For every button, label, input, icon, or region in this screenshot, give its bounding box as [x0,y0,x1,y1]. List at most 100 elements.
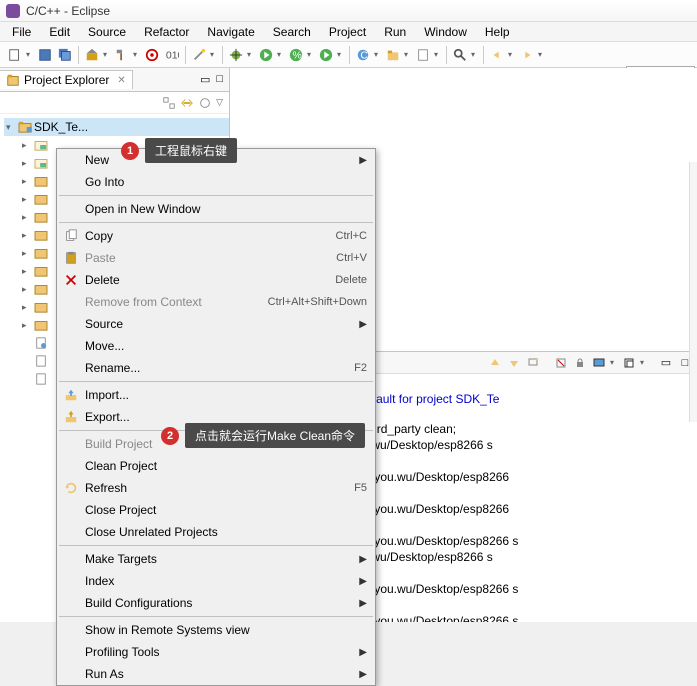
menu-search[interactable]: Search [265,23,319,41]
menu-item-label: Show in Remote Systems view [85,623,250,637]
shortcut-label: Ctrl+C [336,230,367,242]
collapse-all-icon[interactable] [162,96,176,110]
menu-item-rename[interactable]: Rename...F2 [57,357,375,379]
menu-item-label: Refresh [85,481,127,495]
menu-item-label: New [85,153,109,167]
console-pin-icon[interactable] [525,355,541,371]
annotation-2: 2 点击就会运行Make Clean命令 [185,423,365,448]
title-bar: C/C++ - Eclipse [0,0,697,22]
console-open-icon[interactable] [621,355,637,371]
menu-item-remove-from-context: Remove from ContextCtrl+Alt+Shift+Down [57,291,375,313]
svg-text:C: C [360,49,368,61]
submenu-arrow-icon: ▶ [359,554,367,565]
menu-item-build-configurations[interactable]: Build Configurations▶ [57,592,375,614]
menu-item-label: Rename... [85,361,140,375]
menu-refactor[interactable]: Refactor [136,23,197,41]
target-icon[interactable] [143,46,161,64]
copy-icon [63,228,79,244]
project-explorer-tab[interactable]: Project Explorer ✕ [0,70,133,89]
menu-item-source[interactable]: Source▶ [57,313,375,335]
link-editor-icon[interactable] [180,96,194,110]
eclipse-icon [6,4,20,18]
wand-icon[interactable] [190,46,208,64]
menu-file[interactable]: File [4,23,39,41]
focus-icon[interactable] [198,96,212,110]
new-file-icon[interactable] [414,46,432,64]
menu-item-paste: PasteCtrl+V [57,247,375,269]
prev-annotation-icon[interactable] [488,46,506,64]
menu-window[interactable]: Window [416,23,475,41]
close-tab-icon[interactable]: ✕ [117,75,125,86]
debug-icon[interactable] [227,46,245,64]
menu-navigate[interactable]: Navigate [199,23,262,41]
new-button-icon[interactable] [6,46,24,64]
tree-project-root[interactable]: ▾ SDK_Te... [4,118,229,136]
paste-icon [63,250,79,266]
menu-item-make-targets[interactable]: Make Targets ▶ [57,548,375,570]
console-display-icon[interactable] [591,355,607,371]
console-clear-icon[interactable] [553,355,569,371]
context-menu: New▶Go IntoOpen in New WindowCopyCtrl+CP… [56,148,376,686]
binary-icon[interactable]: 010 [163,46,181,64]
menu-item-move[interactable]: Move... [57,335,375,357]
new-folder-icon[interactable] [384,46,402,64]
menu-source[interactable]: Source [80,23,134,41]
menu-item-delete[interactable]: Delete Delete [57,269,375,291]
menu-item-close-project[interactable]: Close Project [57,499,375,521]
minimize-view-icon[interactable]: ▭ [200,73,210,86]
main-toolbar: ▾ ▾ ▾ 010 ▾ ▾ ▾ %▾ ▾ C▾ ▾ ▾ ▾ ▾ ▾ [0,42,697,68]
menu-item-label: Make Targets [85,552,157,566]
console-down-icon[interactable] [506,355,522,371]
menu-run[interactable]: Run [376,23,414,41]
menu-item-close-unrelated-projects[interactable]: Close Unrelated Projects [57,521,375,543]
menu-item-profiling-tools[interactable]: Profiling Tools▶ [57,641,375,663]
shortcut-label: Delete [335,274,367,286]
submenu-arrow-icon: ▶ [359,319,367,330]
menu-item-go-into[interactable]: Go Into [57,171,375,193]
save-all-icon[interactable] [56,46,74,64]
right-trim [689,162,697,422]
new-class-icon[interactable]: C [354,46,372,64]
menu-item-show-in-remote-systems-view[interactable]: Show in Remote Systems view [57,619,375,641]
run-icon[interactable] [257,46,275,64]
window-title: C/C++ - Eclipse [26,4,110,18]
run-last-icon[interactable] [317,46,335,64]
shortcut-label: F5 [354,482,367,494]
profile-icon[interactable]: % [287,46,305,64]
menu-item-import[interactable]: Import... [57,384,375,406]
menu-item-run-as[interactable]: Run As▶ [57,663,375,685]
menu-item-open-in-new-window[interactable]: Open in New Window [57,198,375,220]
menu-item-index[interactable]: Index▶ [57,570,375,592]
delete-icon [63,272,79,288]
hammer-icon[interactable] [113,46,131,64]
view-menu-icon[interactable]: ▽ [216,97,223,108]
menu-item-label: Open in New Window [85,202,200,216]
console-scroll-lock-icon[interactable] [572,355,588,371]
menu-item-label: Export... [85,410,130,424]
menu-item-label: Build Project [85,437,152,451]
svg-text:010: 010 [166,49,179,61]
menu-project[interactable]: Project [321,23,374,41]
refresh-icon [63,480,79,496]
menu-item-refresh[interactable]: Refresh F5 [57,477,375,499]
search-icon[interactable] [451,46,469,64]
minimize-icon[interactable]: ▭ [658,355,674,371]
submenu-arrow-icon: ▶ [359,155,367,166]
console-up-icon[interactable] [487,355,503,371]
menu-item-clean-project[interactable]: Clean Project [57,455,375,477]
menu-help[interactable]: Help [477,23,518,41]
save-icon[interactable] [36,46,54,64]
menu-edit[interactable]: Edit [41,23,78,41]
menu-item-label: Go Into [85,175,124,189]
next-annotation-icon[interactable] [518,46,536,64]
build-icon[interactable] [83,46,101,64]
maximize-view-icon[interactable]: □ [216,73,223,86]
menu-item-copy[interactable]: CopyCtrl+C [57,225,375,247]
annotation-badge-1: 1 [121,142,139,160]
annotation-1: 1 工程鼠标右键 [145,138,237,163]
submenu-arrow-icon: ▶ [359,669,367,680]
menu-item-label: Delete [85,273,120,287]
import-icon [63,387,79,403]
menu-item-label: Move... [85,339,124,353]
menu-item-label: Close Project [85,503,156,517]
